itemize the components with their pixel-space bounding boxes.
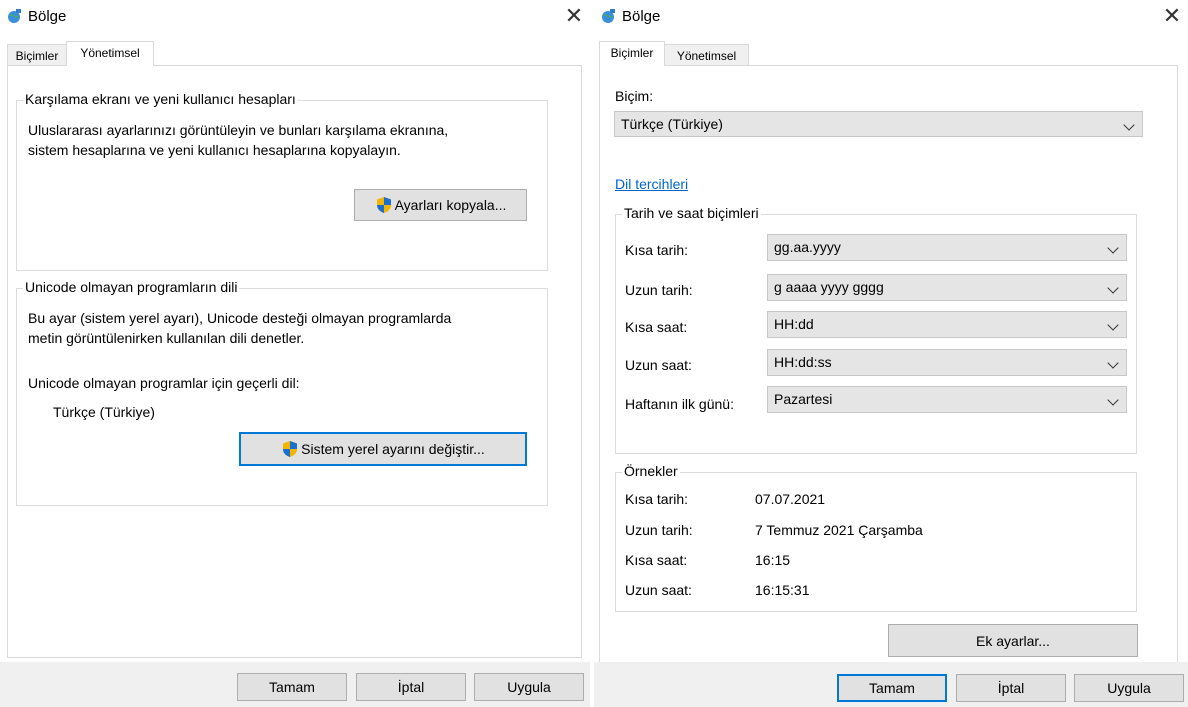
- tab-panel-formats: Biçim: Türkçe (Türkiye) Dil tercihleri T…: [599, 65, 1178, 665]
- ok-button[interactable]: Tamam: [237, 673, 347, 701]
- current-language-label: Unicode olmayan programlar için geçerli …: [28, 375, 300, 391]
- format-dropdown[interactable]: Türkçe (Türkiye): [614, 111, 1143, 137]
- example-long-time-label: Uzun saat:: [625, 582, 692, 598]
- globe-icon: [602, 9, 615, 23]
- language-preferences-link[interactable]: Dil tercihleri: [615, 176, 688, 192]
- tab-administrative[interactable]: Yönetimsel: [664, 44, 749, 66]
- region-dialog-right: Bölge ✕ Biçimler Yönetimsel Biçim: Türkç…: [594, 0, 1188, 707]
- title-bar: Bölge ✕: [594, 0, 1188, 32]
- short-time-dropdown[interactable]: HH:dd: [767, 311, 1127, 338]
- tab-panel-administrative: Karşılama ekranı ve yeni kullanıcı hesap…: [7, 65, 582, 658]
- example-long-date-label: Uzun tarih:: [625, 522, 693, 538]
- close-button[interactable]: ✕: [1156, 0, 1188, 32]
- group-title: Tarih ve saat biçimleri: [622, 205, 761, 221]
- example-short-time-value: 16:15: [755, 552, 791, 568]
- group-title: Örnekler: [622, 463, 680, 479]
- chevron-down-icon: [1107, 242, 1119, 254]
- example-short-date-value: 07.07.2021: [755, 491, 826, 507]
- example-long-time-value: 16:15:31: [755, 582, 810, 598]
- uac-shield-icon: [283, 441, 298, 457]
- globe-icon: [8, 9, 21, 23]
- first-day-of-week-dropdown[interactable]: Pazartesi: [767, 386, 1127, 413]
- group-title: Karşılama ekranı ve yeni kullanıcı hesap…: [23, 91, 298, 107]
- welcome-screen-group: Karşılama ekranı ve yeni kullanıcı hesap…: [16, 91, 548, 271]
- apply-button[interactable]: Uygula: [1074, 674, 1184, 702]
- example-short-time-label: Kısa saat:: [625, 552, 688, 568]
- example-long-date-value: 7 Temmuz 2021 Çarşamba: [755, 522, 923, 538]
- additional-settings-button[interactable]: Ek ayarlar...: [888, 624, 1138, 657]
- copy-settings-button[interactable]: Ayarları kopyala...: [354, 189, 527, 221]
- short-time-label: Kısa saat:: [625, 319, 688, 335]
- ok-button[interactable]: Tamam: [837, 674, 947, 702]
- chevron-down-icon: [1107, 319, 1119, 331]
- current-language-value: Türkçe (Türkiye): [53, 404, 155, 420]
- non-unicode-description: Bu ayar (sistem yerel ayarı), Unicode de…: [28, 310, 452, 346]
- uac-shield-icon: [376, 197, 391, 213]
- long-time-dropdown[interactable]: HH:dd:ss: [767, 349, 1127, 376]
- date-time-formats-group: Tarih ve saat biçimleri Kısa tarih: gg.a…: [615, 205, 1137, 454]
- close-icon: ✕: [1162, 3, 1182, 28]
- dialog-footer: Tamam İptal Uygula: [594, 662, 1188, 707]
- short-date-label: Kısa tarih:: [625, 242, 689, 258]
- window-title: Bölge: [622, 8, 661, 25]
- window-title: Bölge: [28, 8, 67, 25]
- examples-group: Örnekler Kısa tarih: 07.07.2021 Uzun tar…: [615, 463, 1137, 612]
- close-icon: ✕: [564, 3, 584, 28]
- change-system-locale-button[interactable]: Sistem yerel ayarını değiştir...: [239, 432, 527, 466]
- example-short-date-label: Kısa tarih:: [625, 491, 689, 507]
- group-title: Unicode olmayan programların dili: [23, 279, 240, 295]
- long-date-label: Uzun tarih:: [625, 282, 693, 298]
- welcome-description: Uluslararası ayarlarınızı görüntüleyin v…: [28, 122, 449, 158]
- long-date-dropdown[interactable]: g aaaa yyyy gggg: [767, 274, 1127, 301]
- chevron-down-icon: [1123, 119, 1135, 131]
- chevron-down-icon: [1107, 357, 1119, 369]
- cancel-button[interactable]: İptal: [356, 673, 466, 701]
- close-button[interactable]: ✕: [558, 0, 590, 32]
- first-day-of-week-label: Haftanın ilk günü:: [625, 396, 734, 412]
- title-bar: Bölge ✕: [0, 0, 590, 32]
- region-dialog-left: Bölge ✕ Biçimler Yönetimsel Karşılama ek…: [0, 0, 590, 707]
- chevron-down-icon: [1107, 282, 1119, 294]
- chevron-down-icon: [1107, 394, 1119, 406]
- tab-formats[interactable]: Biçimler: [599, 41, 665, 66]
- tab-formats[interactable]: Biçimler: [7, 44, 67, 66]
- cancel-button[interactable]: İptal: [956, 674, 1066, 702]
- dialog-footer: Tamam İptal Uygula: [0, 662, 590, 707]
- non-unicode-group: Unicode olmayan programların dili Bu aya…: [16, 279, 548, 506]
- format-label: Biçim:: [615, 88, 654, 104]
- apply-button[interactable]: Uygula: [474, 673, 584, 701]
- long-time-label: Uzun saat:: [625, 357, 692, 373]
- tab-administrative[interactable]: Yönetimsel: [66, 41, 154, 66]
- short-date-dropdown[interactable]: gg.aa.yyyy: [767, 234, 1127, 261]
